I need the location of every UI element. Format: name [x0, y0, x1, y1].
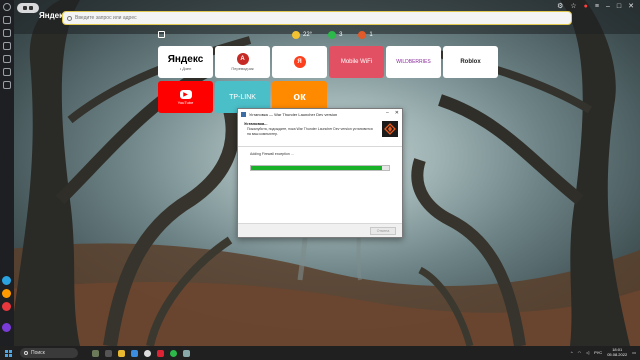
collections-icon[interactable]: [3, 29, 11, 37]
market-widget[interactable]: 3: [328, 31, 342, 39]
gallery-icon[interactable]: [158, 31, 165, 38]
tile-translator[interactable]: A Переводчик: [215, 46, 270, 78]
address-input[interactable]: [75, 15, 571, 21]
chevron-up-icon[interactable]: ^: [571, 350, 573, 355]
task-view-icon[interactable]: [105, 349, 112, 357]
clock-date: 05.08.2022: [607, 352, 628, 357]
browser-sidebar: [0, 0, 14, 346]
tile-roblox[interactable]: Roblox: [443, 46, 498, 78]
history-icon[interactable]: [3, 42, 11, 50]
address-bar[interactable]: [62, 11, 572, 25]
tile-yandex-search[interactable]: Я: [272, 46, 327, 78]
minimize-icon[interactable]: –: [606, 3, 610, 10]
tabs-button[interactable]: [17, 3, 39, 13]
taskbar-search-label: Поиск: [31, 350, 45, 356]
minimize-icon[interactable]: –: [386, 110, 389, 116]
install-progress-bar: [250, 165, 390, 171]
alice-icon[interactable]: [3, 3, 11, 11]
installer-window[interactable]: Установка — War Thunder Launcher Dev ver…: [237, 108, 403, 238]
clock[interactable]: 18:01 05.08.2022: [607, 347, 627, 357]
ok-icon: ок: [293, 91, 306, 103]
windows-taskbar: Поиск ^ ◠ ◁ РУС 18:01 05.08.2022 ▭: [0, 346, 640, 360]
installer-titlebar[interactable]: Установка — War Thunder Launcher Dev ver…: [238, 109, 402, 119]
installer-header: Установка... Пожалуйста, подождите, пока…: [238, 119, 402, 147]
search-icon: [67, 15, 72, 21]
tile-sub: • Дзен: [179, 65, 192, 71]
add-panel-icon[interactable]: [3, 81, 11, 89]
installer-taskbar-icon[interactable]: [183, 349, 190, 357]
taskbar-search[interactable]: Поиск: [20, 348, 78, 358]
yandex-logo-icon: Я: [293, 56, 306, 68]
installer-window-controls: – ✕: [386, 110, 399, 116]
search-icon: [24, 351, 28, 355]
browser-toolbar: Яндекс ⚙ ☆ ● ≡ – □ ✕: [14, 0, 640, 34]
downloads-icon[interactable]: [3, 55, 11, 63]
installer-description: Пожалуйста, подождите, пока War Thunder …: [247, 127, 373, 136]
progress-fill: [251, 166, 383, 170]
notifications-icon[interactable]: ●: [584, 3, 588, 10]
yandex-browser-icon[interactable]: [144, 349, 151, 357]
store-icon[interactable]: [131, 349, 138, 357]
play-icon: ▶: [179, 89, 192, 99]
cancel-button[interactable]: Отмена: [370, 227, 396, 235]
telegram-icon[interactable]: [2, 276, 11, 285]
installer-footer: Отмена: [238, 223, 402, 237]
notes-icon[interactable]: [3, 68, 11, 76]
landscape-icon[interactable]: [92, 349, 99, 357]
sun-icon: [292, 31, 300, 39]
messenger-icon[interactable]: [2, 289, 11, 298]
installer-heading: Установка...: [244, 121, 268, 126]
bookmark-icon[interactable]: ☆: [570, 3, 576, 10]
explorer-icon[interactable]: [118, 349, 125, 357]
weather-widget[interactable]: 22°: [292, 31, 312, 39]
weather-temp: 22°: [303, 32, 313, 38]
installer-status: Adding Firewall exception ...: [250, 152, 294, 156]
installer-app-icon: [241, 111, 246, 117]
tile-label: YouTube: [177, 99, 194, 105]
tile-label: WILDBERRIES: [396, 59, 431, 65]
settings-icon[interactable]: ⚙: [557, 3, 563, 10]
tile-label: Яндекс: [167, 53, 204, 65]
taskbar-apps: [92, 349, 190, 357]
close-icon[interactable]: ✕: [628, 3, 634, 10]
system-tray: ^ ◠ ◁ РУС 18:01 05.08.2022 ▭: [571, 347, 636, 357]
music-icon[interactable]: [2, 302, 11, 311]
leaf-icon: [328, 31, 337, 39]
mail-widget[interactable]: 1: [358, 31, 373, 39]
tile-label: Roblox: [460, 59, 481, 65]
alice-assistant-icon[interactable]: [2, 323, 11, 332]
translator-icon: A: [236, 53, 249, 65]
tile-label: TP-LINK: [229, 93, 256, 101]
mail-count: 1: [369, 32, 373, 38]
tile-label: Mobile WiFi: [340, 59, 373, 65]
volume-icon[interactable]: ◁: [586, 350, 589, 355]
installer-body: Adding Firewall exception ...: [238, 147, 402, 176]
war-thunder-logo-icon: [382, 121, 398, 137]
tile-sub: Переводчик: [231, 66, 254, 71]
tile-youtube[interactable]: ▶ YouTube: [158, 81, 213, 113]
start-button[interactable]: [5, 349, 12, 357]
mail-icon: [358, 31, 367, 39]
window-controls: ⚙ ☆ ● ≡ – □ ✕: [557, 3, 634, 10]
notification-center-icon[interactable]: ▭: [632, 350, 636, 355]
tile-mobile-wifi[interactable]: Mobile WiFi: [329, 46, 384, 78]
tile-yandex[interactable]: Яндекс • Дзен: [158, 46, 213, 78]
close-icon[interactable]: ✕: [395, 110, 399, 116]
menu-icon[interactable]: ≡: [595, 3, 599, 10]
maximize-icon[interactable]: □: [617, 3, 621, 10]
installer-title: Установка — War Thunder Launcher Dev ver…: [249, 111, 338, 117]
tile-wildberries[interactable]: WILDBERRIES: [386, 46, 441, 78]
app-icon[interactable]: [170, 349, 177, 357]
language-indicator[interactable]: РУС: [594, 350, 602, 355]
bookmarks-icon[interactable]: [3, 16, 11, 24]
media-icon[interactable]: [157, 349, 164, 357]
info-widgets: 22° 3 1: [292, 31, 373, 39]
market-count: 3: [339, 32, 343, 38]
network-icon[interactable]: ◠: [578, 350, 582, 355]
